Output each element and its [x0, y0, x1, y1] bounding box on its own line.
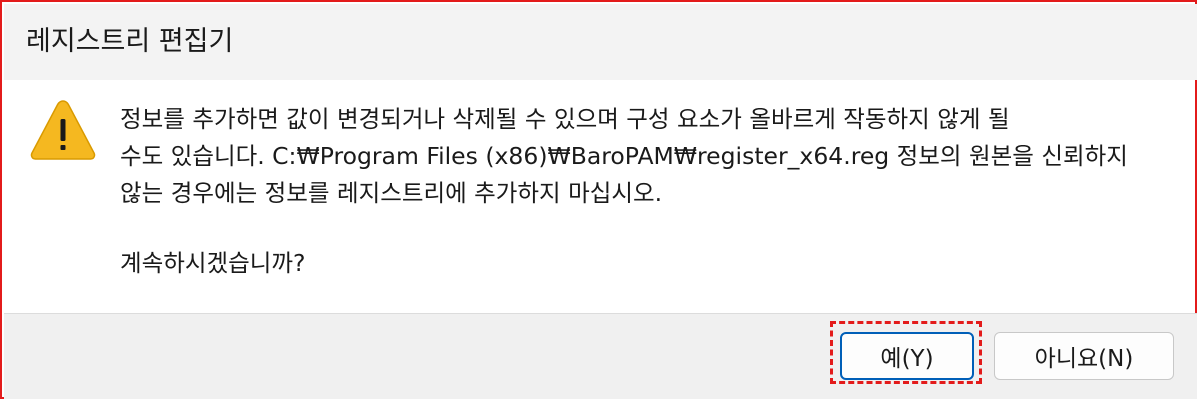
message-text: 정보를 추가하면 값이 변경되거나 삭제될 수 있으며 구성 요소가 올바르게 … — [120, 101, 1180, 212]
dialog-title: 레지스트리 편집기 — [26, 26, 234, 57]
message-line: 정보를 추가하면 값이 변경되거나 삭제될 수 있으며 구성 요소가 올바르게 … — [120, 105, 1010, 133]
yes-button[interactable]: 예(Y) — [840, 332, 974, 380]
no-button[interactable]: 아니요(N) — [994, 332, 1174, 380]
confirm-question: 계속하시겠습니까? — [120, 249, 306, 277]
warning-icon — [30, 100, 96, 160]
title-bar: 레지스트리 편집기 — [4, 4, 1197, 80]
message-line: 않는 경우에는 정보를 레지스트리에 추가하지 마십시오. — [120, 179, 663, 207]
message-line: 수도 있습니다. C:₩Program Files (x86)₩BaroPAM₩… — [120, 142, 1128, 170]
dialog-window: 레지스트리 편집기 정보를 추가하면 값이 변경되거나 삭제될 수 있으며 구성… — [0, 0, 1197, 399]
